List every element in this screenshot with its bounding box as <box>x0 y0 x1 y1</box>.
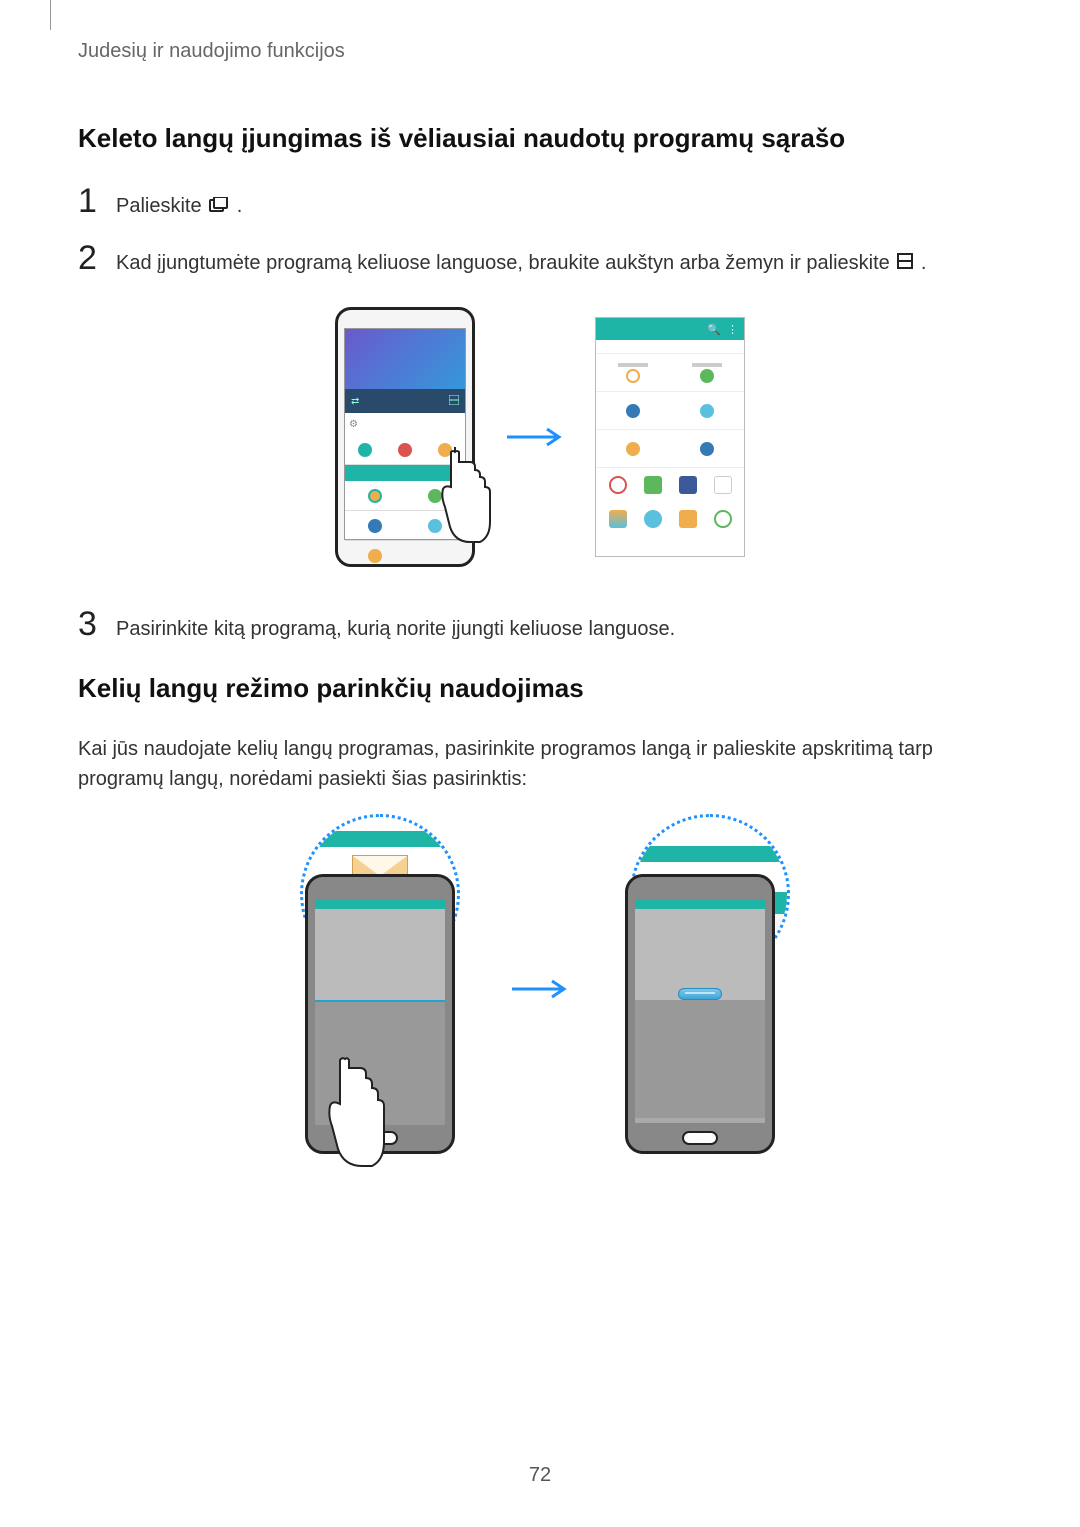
page-number: 72 <box>529 1464 551 1487</box>
step-1-after: . <box>237 195 243 217</box>
multiwindow-icon <box>897 249 913 277</box>
step-1-text: Palieskite . <box>116 186 242 221</box>
multiwindow-icon <box>449 392 459 410</box>
galaxy-icon <box>714 476 732 494</box>
image-icon <box>700 369 714 383</box>
folder-icon <box>438 443 452 457</box>
step-2-after: . <box>921 252 927 274</box>
phone-after-panel: 🔍 ⋮ <box>595 317 745 557</box>
more-icon: ⋮ <box>727 323 738 336</box>
step-1: 1 Palieskite . <box>78 184 1002 221</box>
gallery-icon <box>609 510 627 528</box>
home-button <box>682 1131 718 1145</box>
video-icon <box>368 519 382 533</box>
music-icon <box>428 519 442 533</box>
record-icon <box>609 476 627 494</box>
pill-handle-small <box>678 988 722 1000</box>
step-2-before: Kad įjungtumėte programą keliuose languo… <box>116 252 895 274</box>
step-3: 3 Pasirinkite kitą programą, kurią norit… <box>78 607 1002 643</box>
section-breadcrumb: Judesių ir naudojimo funkcijos <box>78 40 1002 63</box>
step-2-text: Kad įjungtumėte programą keliuose languo… <box>116 243 926 278</box>
figure-multiwindow-handle: 🔍 <box>78 824 1002 1154</box>
heading-multiwindow-from-recents: Keleto langų įjungimas iš vėliausiai nau… <box>78 123 1002 154</box>
hand-tap-icon <box>320 1054 390 1174</box>
phone-handle-after: ⇄ ⧉ ⤢ ⛶ ✕ 🔍 <box>610 824 790 1154</box>
recent-apps-icon <box>209 193 229 221</box>
search-icon: 🔍 <box>707 323 721 336</box>
swap-icon: ⇄ <box>351 396 359 407</box>
sound-icon <box>398 443 412 457</box>
facebook-icon <box>679 476 697 494</box>
docs-icon <box>368 549 382 563</box>
clock-icon <box>626 369 640 383</box>
app-icon <box>644 476 662 494</box>
heading-multiwindow-options: Kelių langų režimo parinkčių naudojimas <box>78 673 1002 704</box>
play-icon <box>714 510 732 528</box>
phone-handle-before: 🔍 <box>290 824 470 1154</box>
step-number: 2 <box>78 241 116 275</box>
mail-icon <box>679 510 697 528</box>
docs-icon <box>626 442 640 456</box>
arrow-icon <box>505 427 565 447</box>
gear-icon: ⚙ <box>349 419 358 430</box>
step-3-text: Pasirinkite kitą programą, kurią norite … <box>116 609 675 643</box>
music-icon <box>700 404 714 418</box>
step-number: 1 <box>78 184 116 218</box>
figure-swipe-to-multiwindow: ⇄ ⚙ <box>78 307 1002 567</box>
step-number: 3 <box>78 607 116 641</box>
arrow-icon <box>510 979 570 999</box>
download-icon <box>700 442 714 456</box>
options-description: Kai jūs naudojate kelių langų programas,… <box>78 734 1002 794</box>
clock-icon <box>368 489 382 503</box>
browser-icon <box>644 510 662 528</box>
step-1-before: Palieskite <box>116 195 207 217</box>
step-2: 2 Kad įjungtumėte programą keliuose lang… <box>78 241 1002 278</box>
video-icon <box>626 404 640 418</box>
phone-before: ⇄ ⚙ <box>335 307 475 567</box>
chart-icon <box>358 443 372 457</box>
image-icon <box>428 489 442 503</box>
